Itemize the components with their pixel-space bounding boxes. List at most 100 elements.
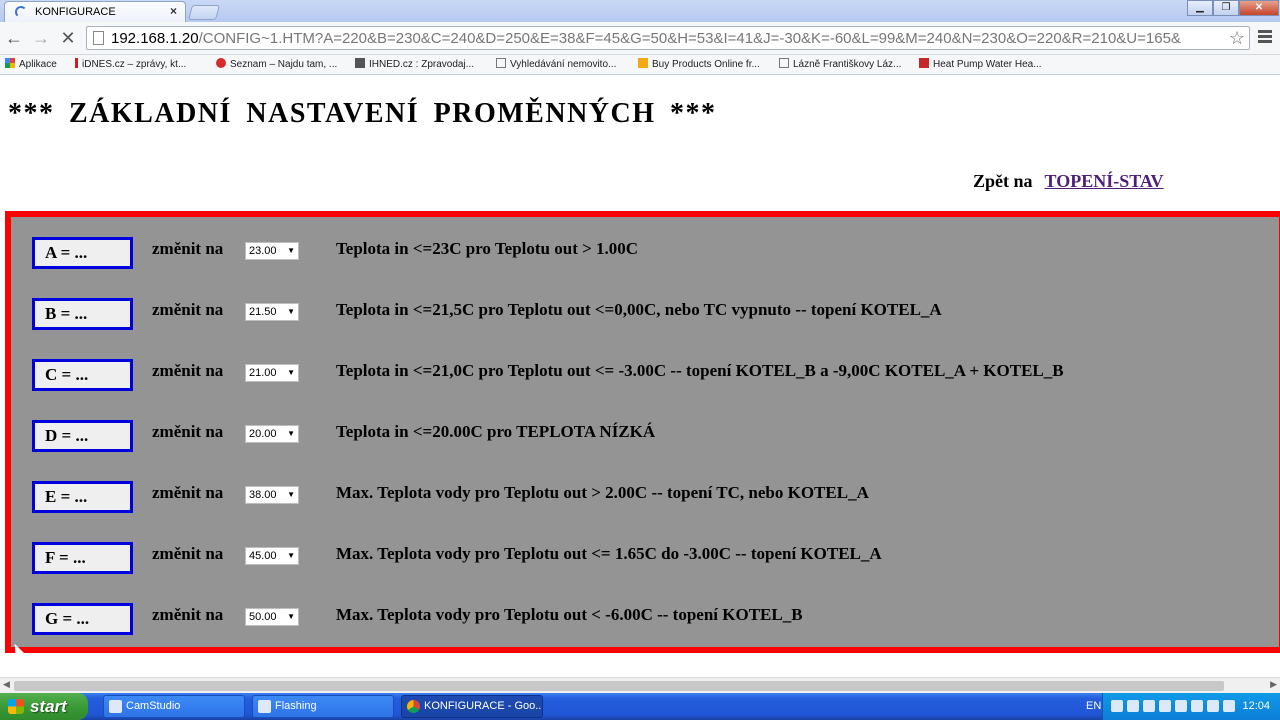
tray-icon[interactable] [1127,700,1139,712]
bookmark-label: Aplikace [19,59,57,70]
ihned-icon [355,58,365,68]
page-icon [93,31,104,45]
network-icon[interactable] [1175,700,1187,712]
bookmark-label: IHNED.cz : Zpravodaj... [369,59,475,70]
start-label: start [30,697,67,716]
taskbar-item-konfigurace[interactable]: KONFIGURACE - Goo... [401,695,543,718]
variable-row-a: A = ... změnit na 23.00 ▼ Teplota in <=23… [11,237,1280,277]
variable-f-button[interactable]: F = ... [32,542,133,574]
variable-e-select[interactable]: 38.00 ▼ [245,486,299,504]
variable-f-select[interactable]: 45.00 ▼ [245,547,299,565]
seznam-icon [216,58,226,68]
browser-tab[interactable]: KONFIGURACE × [4,1,186,22]
select-value: 38.00 [249,489,277,501]
dropdown-arrow-icon: ▼ [287,490,295,499]
variable-row-c: C = ... změnit na 21.00 ▼ Teplota in <=21… [11,359,1280,399]
variables-panel: A = ... změnit na 23.00 ▼ Teplota in <=23… [5,211,1280,653]
close-window-button[interactable]: ✕ [1239,0,1279,16]
variable-g-select[interactable]: 50.00 ▼ [245,608,299,626]
tray-icon[interactable] [1111,700,1123,712]
task-label: CamStudio [126,700,181,712]
variable-b-description: Teplota in <=21,5C pro Teplotu out <=0,0… [336,300,942,319]
topeni-stav-link[interactable]: TOPENÍ-STAV [1045,171,1164,191]
variable-row-f: F = ... změnit na 45.00 ▼ Max. Teplota vo… [11,542,1280,582]
variable-d-select[interactable]: 20.00 ▼ [245,425,299,443]
bookmark-item[interactable]: Vyhledávání nemovito... [496,58,616,70]
bookmark-label: Buy Products Online fr... [652,59,760,70]
bookmark-item[interactable]: Aplikace [5,58,57,70]
browser-toolbar: ← → ✕ 192.168.1.20/CONFIG~1.HTM?A=220&B=… [0,22,1280,55]
back-navigation: Zpět na TOPENÍ-STAV [973,171,1164,192]
variable-a-select[interactable]: 23.00 ▼ [245,242,299,260]
change-label: změnit na [152,239,224,258]
variable-a-description: Teplota in <=23C pro Teplotu out > 1.00C [336,239,639,258]
bookmark-item[interactable]: iDNES.cz – zprávy, kt... [75,58,186,70]
variable-e-description: Max. Teplota vody pro Teplotu out > 2.00… [336,483,869,502]
change-label: změnit na [152,544,224,563]
variable-c-description: Teplota in <=21,0C pro Teplotu out <= -3… [336,361,1064,380]
back-arrow-icon[interactable]: ← [3,28,25,48]
dropdown-arrow-icon: ▼ [287,429,295,438]
variable-row-b: B = ... změnit na 21.50 ▼ Teplota in <=21… [11,298,1280,338]
idnes-icon [75,58,78,68]
select-value: 45.00 [249,550,277,562]
change-label: změnit na [152,422,224,441]
tab-close-icon[interactable]: × [170,4,177,18]
chrome-menu-icon[interactable] [1258,30,1272,44]
bookmark-item[interactable]: IHNED.cz : Zpravodaj... [355,58,474,70]
tray-icon[interactable] [1191,700,1203,712]
bookmark-item[interactable]: Heat Pump Water Hea... [919,58,1042,70]
bookmark-label: iDNES.cz – zprávy, kt... [82,59,187,70]
stop-icon[interactable]: ✕ [57,28,79,48]
taskbar-item-flashing[interactable]: Flashing [252,695,394,718]
task-label: KONFIGURACE - Goo... [424,700,543,712]
bookmark-star-icon[interactable]: ☆ [1229,28,1245,49]
forward-arrow-icon[interactable]: → [30,28,52,48]
loading-spinner-icon [15,6,27,18]
apps-icon [5,58,15,68]
new-tab-button[interactable] [187,5,221,20]
bookmarks-bar: Aplikace iDNES.cz – zprávy, kt... Seznam… [0,55,1280,75]
variable-c-button[interactable]: C = ... [32,359,133,391]
bookmark-label: Vyhledávání nemovito... [510,59,617,70]
change-label: změnit na [152,605,224,624]
variable-a-button[interactable]: A = ... [32,237,133,269]
camstudio-icon [109,700,122,713]
select-value: 20.00 [249,428,277,440]
tray-icon[interactable] [1143,700,1155,712]
taskbar-item-camstudio[interactable]: CamStudio [103,695,245,718]
bookmark-label: Lázně Františkovy Láz... [793,59,902,70]
back-label: Zpět na [973,171,1033,191]
variable-b-button[interactable]: B = ... [32,298,133,330]
variable-f-description: Max. Teplota vody pro Teplotu out <= 1.6… [336,544,882,563]
windows-taskbar: start CamStudio Flashing KONFIGURACE - G… [0,693,1280,720]
scroll-right-icon[interactable]: ▶ [1270,679,1277,690]
variable-e-button[interactable]: E = ... [32,481,133,513]
change-label: změnit na [152,300,224,319]
dropdown-arrow-icon: ▼ [287,246,295,255]
variable-c-select[interactable]: 21.00 ▼ [245,364,299,382]
maximize-button[interactable]: ❐ [1213,0,1239,16]
change-label: změnit na [152,483,224,502]
bookmark-label: Seznam – Najdu tam, ... [230,59,338,70]
scroll-left-icon[interactable]: ◀ [3,679,10,690]
address-bar[interactable]: 192.168.1.20/CONFIG~1.HTM?A=220&B=230&C=… [86,26,1250,50]
folder-icon [258,700,271,713]
start-button[interactable]: start [0,693,88,720]
tray-icon[interactable] [1159,700,1171,712]
minimize-button[interactable]: ▁ [1187,0,1213,16]
bookmark-item[interactable]: Buy Products Online fr... [638,58,760,70]
chrome-icon [407,700,420,713]
language-indicator[interactable]: EN [1086,700,1101,712]
volume-icon[interactable] [1223,700,1235,712]
variable-g-button[interactable]: G = ... [32,603,133,635]
bookmark-item[interactable]: Seznam – Najdu tam, ... [216,58,337,70]
tray-icon[interactable] [1207,700,1219,712]
variable-b-select[interactable]: 21.50 ▼ [245,303,299,321]
cart-icon [638,58,648,68]
bookmark-item[interactable]: Lázně Františkovy Láz... [779,58,901,70]
variable-d-button[interactable]: D = ... [32,420,133,452]
clock: 12:04 [1242,700,1270,712]
scrollbar-thumb[interactable] [14,681,1224,691]
horizontal-scrollbar[interactable]: ◀ ▶ [0,677,1280,693]
